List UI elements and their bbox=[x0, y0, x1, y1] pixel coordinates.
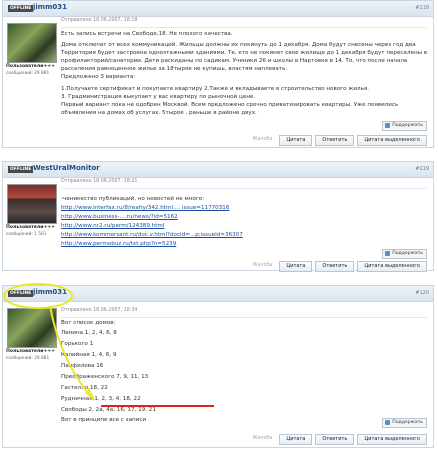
highlight-arrow-icon bbox=[49, 305, 95, 401]
highlight-underline bbox=[101, 405, 214, 407]
